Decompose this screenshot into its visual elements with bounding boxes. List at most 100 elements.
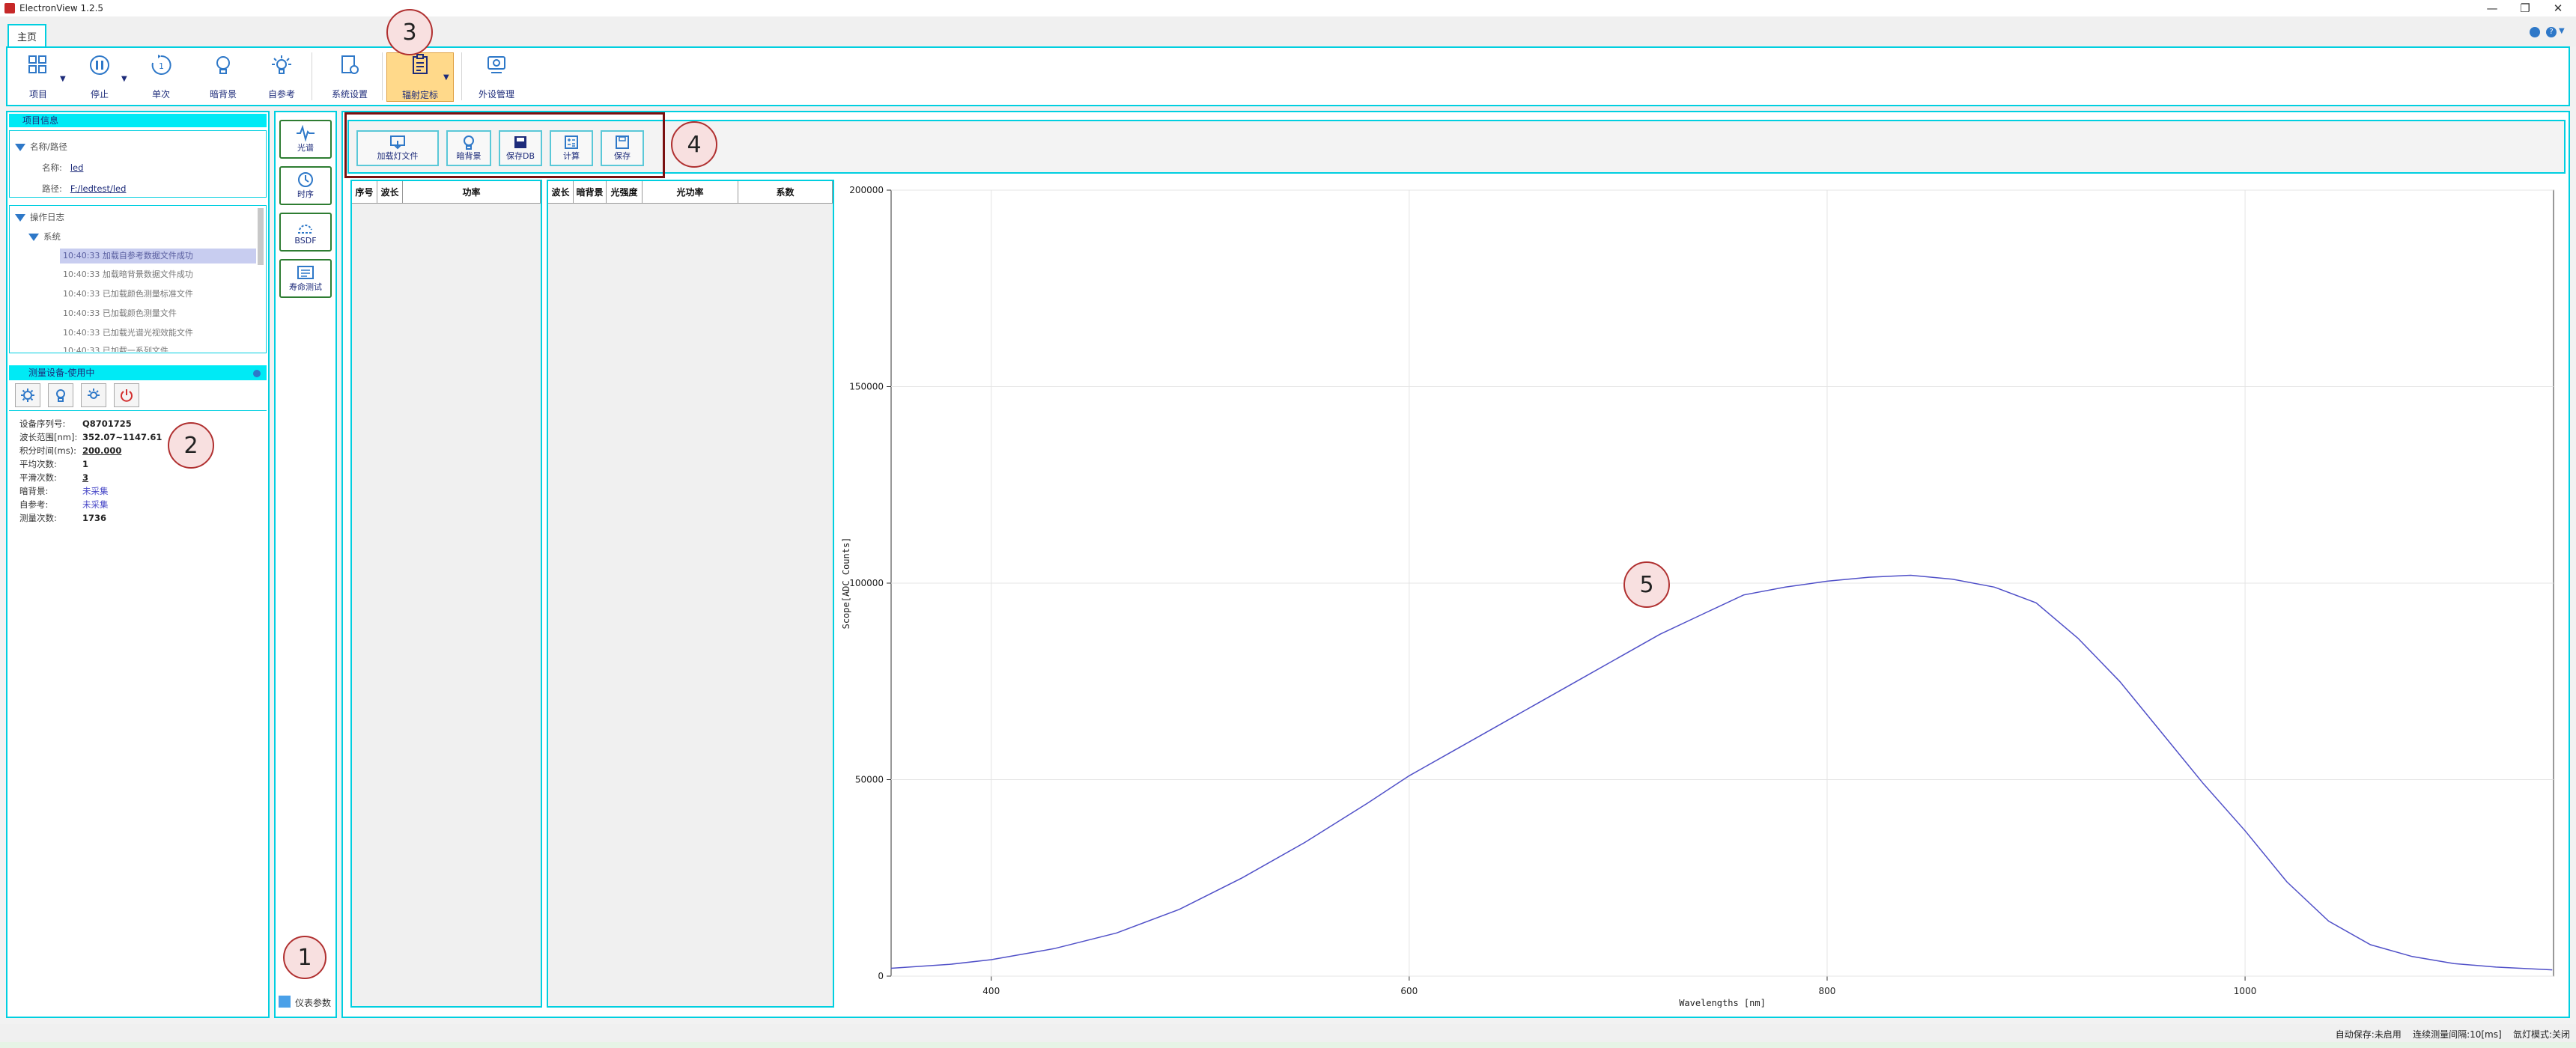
ribbon-label: 项目 xyxy=(28,89,47,100)
table-header-cell: 暗背景 xyxy=(574,181,607,204)
device-value: 未采集 xyxy=(82,499,109,510)
restore-icon[interactable]: ❐ xyxy=(2509,0,2542,16)
ribbon-separator xyxy=(461,52,462,100)
log-item[interactable]: 10:40:33 已加载光谱光视效能文件 xyxy=(60,326,193,338)
tab-home[interactable]: 主页 xyxy=(7,24,46,46)
device-value: 未采集 xyxy=(82,486,109,496)
project-info-header: 项目信息 xyxy=(9,114,267,127)
dropdown-arrow-icon[interactable]: ▼ xyxy=(443,73,449,82)
device-row-serial: 设备序列号: Q8701725 xyxy=(19,418,132,430)
device-settings-button[interactable] xyxy=(15,383,40,407)
marker-5: 5 xyxy=(1623,561,1670,608)
instrument-params-label[interactable]: 仪表参数 xyxy=(295,996,331,1009)
minimize-icon[interactable]: — xyxy=(2476,0,2509,16)
device-power-button[interactable] xyxy=(114,383,139,407)
device-key: 平均次数: xyxy=(19,459,57,469)
tree-group-name-path[interactable]: 名称/路径 xyxy=(15,141,67,153)
dropdown-arrow-icon[interactable]: ▼ xyxy=(60,75,66,83)
mode-spectrum-button[interactable]: 光谱 xyxy=(279,120,332,159)
tree-label: 操作日志 xyxy=(30,212,64,222)
log-item[interactable]: 10:40:33 已加载颜色测量标准文件 xyxy=(60,287,193,299)
grid-plus-icon xyxy=(28,55,46,73)
collapse-icon[interactable] xyxy=(253,370,261,377)
spectrum-chart: 400 600 800 1000 0 50000 100000 150000 200000 Wav… xyxy=(839,180,2561,1008)
left-panel: 项目信息 名称/路径 名称: led 路径: F:/ledtest/led 操作… xyxy=(6,111,270,1018)
dropdown-arrow-icon[interactable]: ▼ xyxy=(121,75,127,83)
project-name-link[interactable]: led xyxy=(70,162,84,173)
tree-label: 系统 xyxy=(43,231,61,242)
device-row-smooth: 平滑次数: 3 xyxy=(19,472,88,484)
status-bar: 自动保存:未启用 连续测量间隔:10[ms] 氙灯模式:关闭 xyxy=(0,1024,2576,1042)
ribbon-stop-button[interactable]: 停止 xyxy=(81,54,118,100)
x-axis-label: Wavelengths [nm] xyxy=(1679,998,1766,1008)
tree-group-system[interactable]: 系统 xyxy=(28,231,61,243)
table-header-cell: 系数 xyxy=(738,181,833,204)
status-text: 自动保存:未启用 连续测量间隔:10[ms] 氙灯模式:关闭 xyxy=(2335,1029,2570,1040)
device-row-selfref: 自参考: 未采集 xyxy=(19,499,109,511)
bottom-strip xyxy=(0,1042,2576,1048)
ribbon-single-button[interactable]: 1 单次 xyxy=(142,54,180,100)
log-item[interactable]: 10:40:33 已加载颜色测量文件 xyxy=(60,307,177,319)
ribbon-settings-button[interactable]: 系统设置 xyxy=(323,54,376,100)
close-icon[interactable]: ✕ xyxy=(2542,0,2575,16)
svg-text:1: 1 xyxy=(159,61,164,71)
app-window: ElectronView 1.2.5 — ❐ ✕ 主页 ? ▼ 项目 ▼ 停止 … xyxy=(0,0,2576,1048)
project-path-link[interactable]: F:/ledtest/led xyxy=(70,183,127,194)
device-value: 352.07~1147.61 xyxy=(82,432,162,442)
expand-triangle-icon xyxy=(15,213,25,222)
chevron-down-icon[interactable]: ▼ xyxy=(2559,27,2565,35)
title-bar: ElectronView 1.2.5 — ❐ ✕ xyxy=(0,0,2576,16)
highlight-box-4 xyxy=(344,112,665,178)
y-tick-label: 200000 xyxy=(849,185,884,195)
bulb-icon xyxy=(56,389,65,402)
device-value: Q8701725 xyxy=(82,418,132,429)
device-icon xyxy=(487,56,505,73)
log-item[interactable]: 10:40:33 加载自参考数据文件成功 xyxy=(60,249,256,263)
divider xyxy=(9,410,267,411)
marker-1: 1 xyxy=(283,936,326,979)
bulb-icon xyxy=(216,56,230,74)
marker-3: 3 xyxy=(386,9,433,55)
x-tick-label: 400 xyxy=(982,986,1000,996)
ribbon-project-button[interactable]: 项目 xyxy=(19,54,57,100)
ribbon-peripheral-button[interactable]: 外设管理 xyxy=(470,54,523,100)
device-dark-button[interactable] xyxy=(48,383,73,407)
integration-time-value[interactable]: 200.000 xyxy=(82,445,121,456)
collapse-icon[interactable] xyxy=(2530,27,2540,37)
device-key: 自参考: xyxy=(19,499,49,510)
device-key: 暗背景: xyxy=(19,486,49,496)
log-item[interactable]: 10:40:33 已加载一系列文件 xyxy=(60,344,168,352)
spectrum-chart-svg: 400 600 800 1000 0 50000 100000 150000 200000 Wav… xyxy=(841,185,2554,1008)
bulb-rays-icon xyxy=(88,389,100,399)
ribbon-label: 系统设置 xyxy=(331,89,368,100)
ribbon-dark-button[interactable]: 暗背景 xyxy=(201,54,246,100)
bulb-rays-icon xyxy=(272,55,291,74)
tree-group-oplog[interactable]: 操作日志 xyxy=(15,211,64,223)
gear-icon xyxy=(21,389,34,402)
log-item[interactable]: 10:40:33 加载暗背景数据文件成功 xyxy=(60,268,193,280)
x-tick-label: 1000 xyxy=(2234,986,2257,996)
device-row-integration: 积分时间(ms): 200.000 xyxy=(19,445,121,457)
ribbon-toolbar: 项目 ▼ 停止 ▼ 1 单次 暗背景 自参考 系统设置 辐射定标 ▼ 外设管理 xyxy=(6,46,2570,106)
device-row-dark: 暗背景: 未采集 xyxy=(19,485,109,497)
oplog-scrollbar[interactable] xyxy=(258,208,264,265)
help-icon[interactable]: ? xyxy=(2546,27,2557,37)
mode-timing-button[interactable]: 时序 xyxy=(279,166,332,205)
device-selfref-button[interactable] xyxy=(81,383,106,407)
x-tick-label: 800 xyxy=(1819,986,1836,996)
ribbon-selfref-button[interactable]: 自参考 xyxy=(259,54,304,100)
project-name-row: 名称: led xyxy=(42,162,83,174)
ribbon-label: 停止 xyxy=(90,89,109,100)
mode-lifetest-button[interactable]: 寿命测试 xyxy=(279,259,332,298)
table-header-cell: 光强度 xyxy=(607,181,643,204)
mode-label: 时序 xyxy=(297,189,314,199)
y-tick-label: 0 xyxy=(878,971,884,981)
mode-bsdf-button[interactable]: BSDF xyxy=(279,213,332,252)
instrument-params-icon[interactable] xyxy=(279,996,291,1008)
y-tick-label: 100000 xyxy=(849,578,884,588)
device-value: 1736 xyxy=(82,513,107,523)
device-value: 1 xyxy=(82,459,89,469)
device-header: 测量设备-使用中 xyxy=(9,365,267,380)
app-logo-icon xyxy=(4,3,15,13)
smooth-count-value[interactable]: 3 xyxy=(82,472,88,483)
